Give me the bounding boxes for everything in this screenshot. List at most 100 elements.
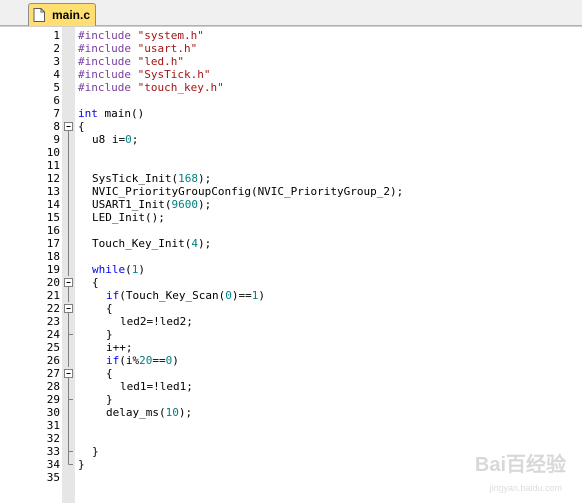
code-token: }: [78, 458, 85, 471]
code-token: )==: [231, 289, 252, 302]
code-line[interactable]: 19 while(1): [0, 263, 582, 276]
code-line[interactable]: 3 #include "led.h": [0, 55, 582, 68]
code-token: delay_ms(: [106, 406, 166, 419]
code-token: led2=!led2;: [120, 315, 193, 328]
code-line[interactable]: 28 led1=!led1;: [0, 380, 582, 393]
code-token: #include: [78, 81, 138, 94]
code-line[interactable]: 31: [0, 419, 582, 432]
code-line[interactable]: 9 u8 i=0;: [0, 133, 582, 146]
file-icon: [33, 8, 45, 22]
code-line[interactable]: 13 NVIC_PriorityGroupConfig(NVIC_Priority…: [0, 185, 582, 198]
code-line[interactable]: 6: [0, 94, 582, 107]
tab-bar: main.c: [0, 0, 582, 26]
code-text: if(i%20==0): [106, 354, 179, 367]
code-token: while: [92, 263, 126, 276]
code-line[interactable]: 17 Touch_Key_Init(4);: [0, 237, 582, 250]
code-token: 10: [165, 406, 179, 419]
code-token: {: [106, 302, 113, 315]
code-line[interactable]: 27 {: [0, 367, 582, 380]
code-line[interactable]: 1 #include "system.h": [0, 29, 582, 42]
code-line[interactable]: 4 #include "SysTick.h": [0, 68, 582, 81]
code-token: 0: [125, 133, 132, 146]
code-token: LED_Init();: [92, 211, 165, 224]
fold-guide-line: [68, 419, 69, 432]
code-token: (: [125, 263, 132, 276]
code-line[interactable]: 21 if(Touch_Key_Scan(0)==1): [0, 289, 582, 302]
fold-collapse-icon[interactable]: [62, 276, 75, 289]
tab-main-c[interactable]: main.c: [28, 3, 96, 26]
line-number: 3: [53, 55, 60, 68]
code-token: "usart.h": [137, 42, 198, 55]
code-text: int main(): [78, 107, 144, 120]
code-line[interactable]: 15 LED_Init();: [0, 211, 582, 224]
line-number: 35: [46, 471, 60, 484]
code-line[interactable]: 20 {: [0, 276, 582, 289]
code-token: if: [106, 289, 120, 302]
fold-end-marker: [68, 458, 73, 465]
fold-end-marker: [68, 393, 73, 406]
line-number: 1: [53, 29, 60, 42]
line-number: 34: [46, 458, 60, 471]
fold-end-marker: [68, 445, 73, 458]
line-number: 4: [53, 68, 60, 81]
code-token: ;: [131, 133, 139, 146]
line-number: 17: [46, 237, 60, 250]
line-number: 25: [46, 341, 60, 354]
code-line[interactable]: 12 SysTick_Init(168);: [0, 172, 582, 185]
code-line[interactable]: 7 int main(): [0, 107, 582, 120]
code-line[interactable]: 10: [0, 146, 582, 159]
line-number: 27: [46, 367, 60, 380]
code-line[interactable]: 16: [0, 224, 582, 237]
fold-guide-line: [68, 406, 69, 419]
code-token: Touch_Key_Init(: [92, 237, 192, 250]
code-line[interactable]: 11: [0, 159, 582, 172]
line-number: 18: [46, 250, 60, 263]
code-editor[interactable]: 1 #include "system.h" 2 #include "usart.h" 3…: [0, 26, 582, 503]
line-number: 14: [46, 198, 60, 211]
line-number: 24: [46, 328, 60, 341]
code-text: }: [106, 328, 113, 341]
line-number: 8: [53, 120, 60, 133]
code-line[interactable]: 23 led2=!led2;: [0, 315, 582, 328]
code-line[interactable]: 18: [0, 250, 582, 263]
code-line[interactable]: 22 {: [0, 302, 582, 315]
fold-guide-line: [68, 354, 69, 367]
code-line[interactable]: 25 i++;: [0, 341, 582, 354]
code-text: {: [92, 276, 99, 289]
code-text: {: [78, 120, 85, 133]
fold-guide-line: [68, 172, 69, 185]
fold-guide-line: [68, 185, 69, 198]
code-token: "touch_key.h": [137, 81, 224, 94]
code-token: main(): [97, 107, 145, 120]
fold-collapse-icon[interactable]: [62, 120, 75, 133]
fold-collapse-icon[interactable]: [62, 367, 75, 380]
line-number: 22: [46, 302, 60, 315]
code-line[interactable]: 32: [0, 432, 582, 445]
code-line[interactable]: 26 if(i%20==0): [0, 354, 582, 367]
code-token: "led.h": [137, 55, 184, 68]
line-number: 6: [53, 94, 60, 107]
code-token: {: [106, 367, 113, 380]
line-number: 5: [53, 81, 60, 94]
code-text: }: [78, 458, 85, 471]
code-line[interactable]: 14 USART1_Init(9600);: [0, 198, 582, 211]
fold-guide-line: [68, 250, 69, 263]
code-line[interactable]: 29}: [0, 393, 582, 406]
code-token: "system.h": [137, 29, 204, 42]
code-line[interactable]: 30 delay_ms(10);: [0, 406, 582, 419]
line-number: 23: [46, 315, 60, 328]
code-line[interactable]: 5 #include "touch_key.h": [0, 81, 582, 94]
fold-collapse-icon[interactable]: [62, 302, 75, 315]
fold-guide-line: [68, 315, 69, 328]
line-number: 16: [46, 224, 60, 237]
code-token: (i%: [119, 354, 140, 367]
code-token: ): [258, 289, 265, 302]
code-text: NVIC_PriorityGroupConfig(NVIC_PriorityGr…: [92, 185, 403, 198]
code-token: #include: [78, 42, 138, 55]
code-line[interactable]: 8{: [0, 120, 582, 133]
code-text: {: [106, 302, 113, 315]
line-number: 32: [46, 432, 60, 445]
code-line[interactable]: 2 #include "usart.h": [0, 42, 582, 55]
code-text: #include "touch_key.h": [78, 81, 224, 94]
code-line[interactable]: 24}: [0, 328, 582, 341]
